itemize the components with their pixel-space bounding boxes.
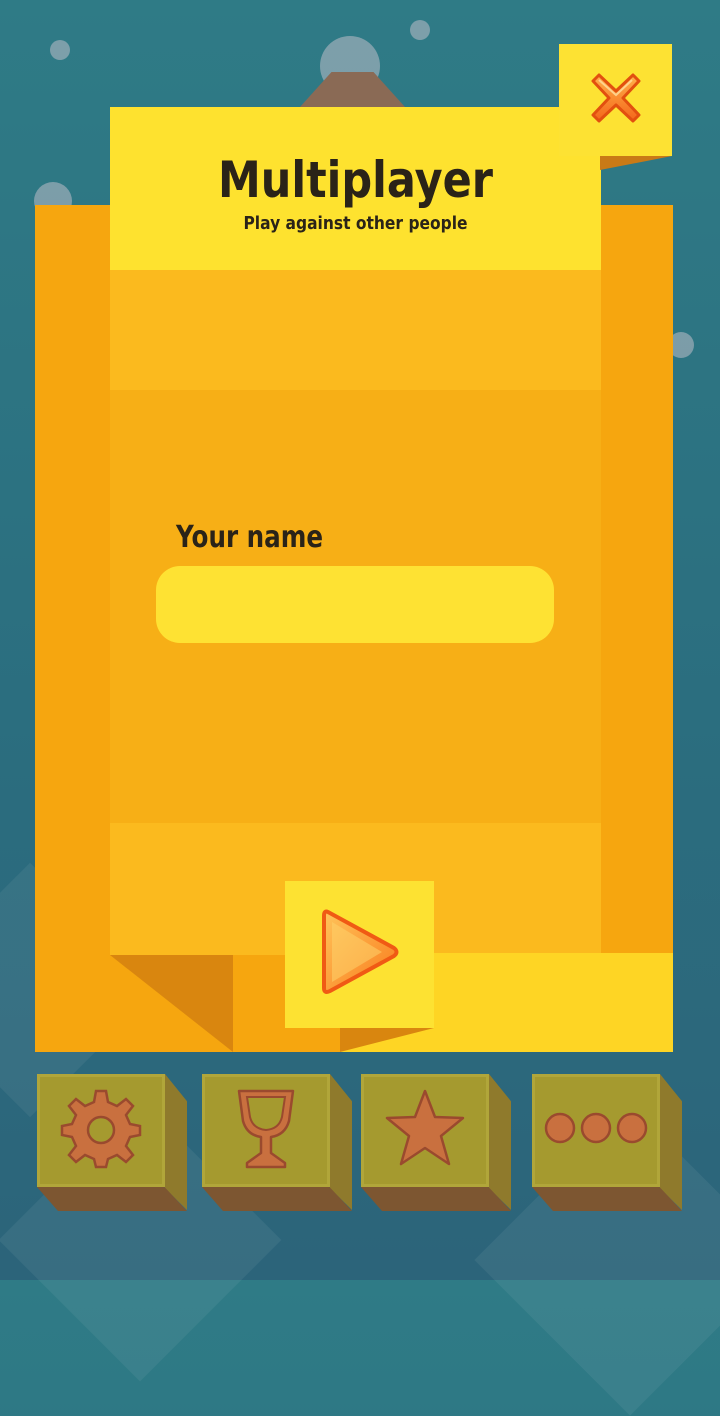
leaderboard-button[interactable]: [202, 1074, 352, 1211]
favorites-button[interactable]: [361, 1074, 511, 1211]
close-button[interactable]: [559, 44, 672, 156]
panel-fold-top: [300, 72, 405, 107]
play-triangle-icon: [318, 904, 402, 1005]
dialog-header: Multiplayer Play against other people: [110, 107, 601, 270]
name-input[interactable]: [156, 566, 554, 643]
gear-icon: [60, 1087, 142, 1174]
name-label: Your name: [176, 520, 324, 555]
more-button[interactable]: [532, 1074, 682, 1211]
close-x-icon: [585, 67, 647, 134]
trophy-cup-icon: [233, 1087, 299, 1174]
star-icon: [383, 1087, 467, 1174]
background-bubble: [410, 20, 430, 40]
play-button[interactable]: [285, 881, 434, 1028]
page-title: Multiplayer: [217, 151, 494, 209]
more-dots-icon: [543, 1108, 649, 1153]
background-bubble: [50, 40, 70, 60]
page-subtitle: Play against other people: [243, 213, 468, 234]
settings-button[interactable]: [37, 1074, 187, 1211]
close-button-shadow: [600, 156, 672, 170]
